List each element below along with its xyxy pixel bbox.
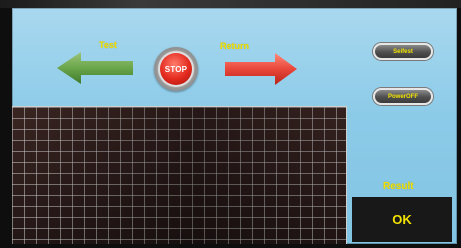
stop-button-label: STOP bbox=[160, 53, 192, 85]
bezel-top bbox=[0, 0, 461, 8]
seifest-button[interactable]: Seifest bbox=[373, 43, 433, 60]
result-label: Result bbox=[383, 181, 414, 192]
stop-button[interactable]: STOP bbox=[154, 47, 198, 91]
poweroff-button[interactable]: PowerOFF bbox=[373, 88, 433, 105]
return-label: Return bbox=[220, 41, 249, 51]
left-arrow-icon[interactable] bbox=[57, 52, 133, 84]
hmi-screen: Test Return STOP Seifest PowerOFF Result bbox=[12, 8, 457, 244]
test-label: Test bbox=[99, 40, 117, 50]
result-value: OK bbox=[392, 212, 412, 227]
grid-display bbox=[12, 106, 347, 244]
right-arrow-icon[interactable] bbox=[225, 53, 297, 85]
result-display: OK bbox=[352, 197, 452, 242]
